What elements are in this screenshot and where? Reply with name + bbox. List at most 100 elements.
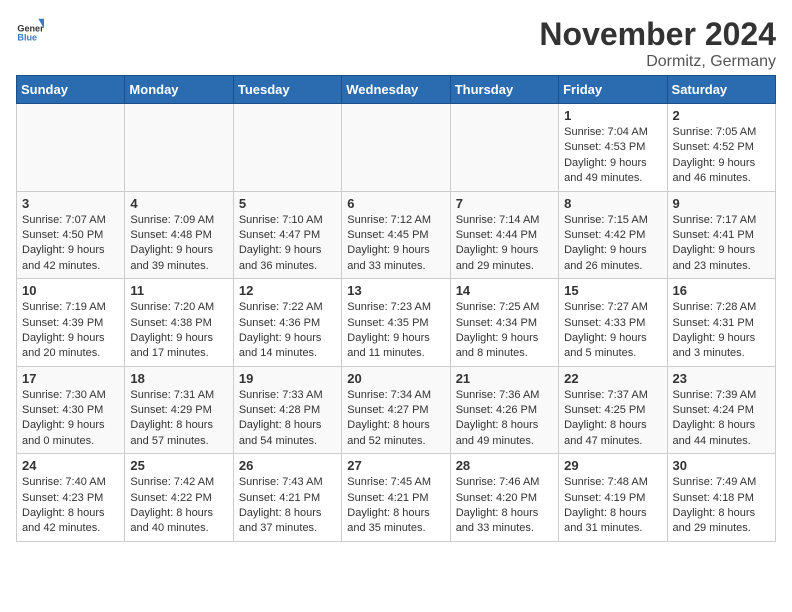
day-number: 25 <box>130 458 227 473</box>
day-info: Sunrise: 7:05 AMSunset: 4:52 PMDaylight:… <box>673 125 770 187</box>
weekday-header-friday: Friday <box>559 76 667 104</box>
calendar-cell: 20 Sunrise: 7:34 AMSunset: 4:27 PMDayligh… <box>342 366 450 454</box>
day-number: 11 <box>130 283 227 298</box>
day-info: Sunrise: 7:09 AMSunset: 4:48 PMDaylight:… <box>130 213 227 275</box>
day-info: Sunrise: 7:10 AMSunset: 4:47 PMDaylight:… <box>239 213 336 275</box>
day-info: Sunrise: 7:42 AMSunset: 4:22 PMDaylight:… <box>130 475 227 537</box>
weekday-header-thursday: Thursday <box>450 76 558 104</box>
calendar-cell: 26 Sunrise: 7:43 AMSunset: 4:21 PMDayligh… <box>233 454 341 542</box>
calendar-cell: 19 Sunrise: 7:33 AMSunset: 4:28 PMDayligh… <box>233 366 341 454</box>
calendar-cell: 16Sunrise: 7:28 AMSunset: 4:31 PMDayligh… <box>667 279 775 367</box>
calendar-cell: 12 Sunrise: 7:22 AMSunset: 4:36 PMDayligh… <box>233 279 341 367</box>
calendar-cell: 3 Sunrise: 7:07 AMSunset: 4:50 PMDaylight… <box>17 191 125 279</box>
day-info: Sunrise: 7:37 AMSunset: 4:25 PMDaylight:… <box>564 388 661 450</box>
calendar-cell: 23 Sunrise: 7:39 AMSunset: 4:24 PMDayligh… <box>667 366 775 454</box>
day-number: 26 <box>239 458 336 473</box>
day-info: Sunrise: 7:43 AMSunset: 4:21 PMDaylight:… <box>239 475 336 537</box>
calendar-cell: 14Sunrise: 7:25 AMSunset: 4:34 PMDayligh… <box>450 279 558 367</box>
day-info: Sunrise: 7:45 AMSunset: 4:21 PMDaylight:… <box>347 475 444 537</box>
day-number: 18 <box>130 371 227 386</box>
calendar-cell <box>17 104 125 192</box>
day-number: 19 <box>239 371 336 386</box>
day-info: Sunrise: 7:31 AMSunset: 4:29 PMDaylight:… <box>130 388 227 450</box>
logo: General Blue <box>16 16 44 44</box>
week-row-4: 17Sunrise: 7:30 AMSunset: 4:30 PMDayligh… <box>17 366 776 454</box>
day-number: 9 <box>673 196 770 211</box>
day-info: Sunrise: 7:15 AMSunset: 4:42 PMDaylight:… <box>564 213 661 275</box>
calendar-cell: 29Sunrise: 7:48 AMSunset: 4:19 PMDayligh… <box>559 454 667 542</box>
day-number: 29 <box>564 458 661 473</box>
calendar-cell: 1 Sunrise: 7:04 AMSunset: 4:53 PMDaylight… <box>559 104 667 192</box>
day-number: 17 <box>22 371 119 386</box>
day-number: 15 <box>564 283 661 298</box>
calendar-cell <box>125 104 233 192</box>
day-number: 10 <box>22 283 119 298</box>
day-info: Sunrise: 7:22 AMSunset: 4:36 PMDaylight:… <box>239 300 336 362</box>
day-number: 3 <box>22 196 119 211</box>
day-number: 5 <box>239 196 336 211</box>
day-info: Sunrise: 7:07 AMSunset: 4:50 PMDaylight:… <box>22 213 119 275</box>
title-area: November 2024 Dormitz, Germany <box>539 16 776 71</box>
calendar-cell: 17Sunrise: 7:30 AMSunset: 4:30 PMDayligh… <box>17 366 125 454</box>
day-info: Sunrise: 7:36 AMSunset: 4:26 PMDaylight:… <box>456 388 553 450</box>
week-row-1: 1 Sunrise: 7:04 AMSunset: 4:53 PMDaylight… <box>17 104 776 192</box>
day-number: 13 <box>347 283 444 298</box>
day-number: 22 <box>564 371 661 386</box>
calendar-cell: 4 Sunrise: 7:09 AMSunset: 4:48 PMDaylight… <box>125 191 233 279</box>
calendar-cell: 27Sunrise: 7:45 AMSunset: 4:21 PMDayligh… <box>342 454 450 542</box>
calendar-cell: 8 Sunrise: 7:15 AMSunset: 4:42 PMDaylight… <box>559 191 667 279</box>
day-number: 24 <box>22 458 119 473</box>
weekday-header-sunday: Sunday <box>17 76 125 104</box>
calendar-cell: 10Sunrise: 7:19 AMSunset: 4:39 PMDayligh… <box>17 279 125 367</box>
calendar-cell: 28Sunrise: 7:46 AMSunset: 4:20 PMDayligh… <box>450 454 558 542</box>
day-info: Sunrise: 7:34 AMSunset: 4:27 PMDaylight:… <box>347 388 444 450</box>
weekday-header-saturday: Saturday <box>667 76 775 104</box>
calendar-cell: 30 Sunrise: 7:49 AMSunset: 4:18 PMDayligh… <box>667 454 775 542</box>
day-number: 20 <box>347 371 444 386</box>
day-info: Sunrise: 7:40 AMSunset: 4:23 PMDaylight:… <box>22 475 119 537</box>
week-row-3: 10Sunrise: 7:19 AMSunset: 4:39 PMDayligh… <box>17 279 776 367</box>
day-info: Sunrise: 7:14 AMSunset: 4:44 PMDaylight:… <box>456 213 553 275</box>
calendar-cell <box>342 104 450 192</box>
calendar-cell: 15 Sunrise: 7:27 AMSunset: 4:33 PMDayligh… <box>559 279 667 367</box>
calendar-cell: 25 Sunrise: 7:42 AMSunset: 4:22 PMDayligh… <box>125 454 233 542</box>
weekday-header-row: SundayMondayTuesdayWednesdayThursdayFrid… <box>17 76 776 104</box>
day-info: Sunrise: 7:23 AMSunset: 4:35 PMDaylight:… <box>347 300 444 362</box>
day-number: 2 <box>673 108 770 123</box>
calendar-cell: 13 Sunrise: 7:23 AMSunset: 4:35 PMDayligh… <box>342 279 450 367</box>
day-number: 12 <box>239 283 336 298</box>
day-info: Sunrise: 7:28 AMSunset: 4:31 PMDaylight:… <box>673 300 770 362</box>
calendar-cell: 9 Sunrise: 7:17 AMSunset: 4:41 PMDaylight… <box>667 191 775 279</box>
day-number: 30 <box>673 458 770 473</box>
day-number: 21 <box>456 371 553 386</box>
day-number: 1 <box>564 108 661 123</box>
calendar-cell: 2 Sunrise: 7:05 AMSunset: 4:52 PMDaylight… <box>667 104 775 192</box>
day-number: 4 <box>130 196 227 211</box>
calendar-cell: 11 Sunrise: 7:20 AMSunset: 4:38 PMDayligh… <box>125 279 233 367</box>
logo-icon: General Blue <box>16 16 44 44</box>
day-info: Sunrise: 7:27 AMSunset: 4:33 PMDaylight:… <box>564 300 661 362</box>
day-number: 7 <box>456 196 553 211</box>
calendar-cell <box>233 104 341 192</box>
day-info: Sunrise: 7:49 AMSunset: 4:18 PMDaylight:… <box>673 475 770 537</box>
day-info: Sunrise: 7:39 AMSunset: 4:24 PMDaylight:… <box>673 388 770 450</box>
day-number: 6 <box>347 196 444 211</box>
calendar-cell: 5 Sunrise: 7:10 AMSunset: 4:47 PMDaylight… <box>233 191 341 279</box>
calendar-cell: 21 Sunrise: 7:36 AMSunset: 4:26 PMDayligh… <box>450 366 558 454</box>
weekday-header-wednesday: Wednesday <box>342 76 450 104</box>
day-number: 8 <box>564 196 661 211</box>
day-info: Sunrise: 7:33 AMSunset: 4:28 PMDaylight:… <box>239 388 336 450</box>
calendar-cell: 18 Sunrise: 7:31 AMSunset: 4:29 PMDayligh… <box>125 366 233 454</box>
location: Dormitz, Germany <box>539 53 776 71</box>
weekday-header-tuesday: Tuesday <box>233 76 341 104</box>
calendar-body: 1 Sunrise: 7:04 AMSunset: 4:53 PMDaylight… <box>17 104 776 542</box>
day-info: Sunrise: 7:17 AMSunset: 4:41 PMDaylight:… <box>673 213 770 275</box>
day-info: Sunrise: 7:46 AMSunset: 4:20 PMDaylight:… <box>456 475 553 537</box>
day-info: Sunrise: 7:20 AMSunset: 4:38 PMDaylight:… <box>130 300 227 362</box>
day-info: Sunrise: 7:04 AMSunset: 4:53 PMDaylight:… <box>564 125 661 187</box>
week-row-2: 3 Sunrise: 7:07 AMSunset: 4:50 PMDaylight… <box>17 191 776 279</box>
day-number: 23 <box>673 371 770 386</box>
svg-text:Blue: Blue <box>17 33 37 43</box>
day-number: 14 <box>456 283 553 298</box>
month-title: November 2024 <box>539 16 776 53</box>
